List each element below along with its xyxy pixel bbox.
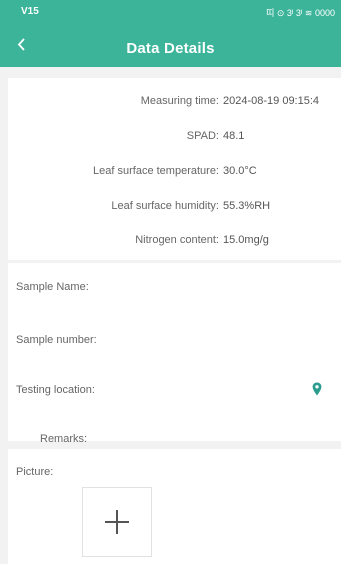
sample-number-field[interactable]: Sample number: xyxy=(16,334,97,346)
spad-label: SPAD: xyxy=(186,130,219,142)
leaf-humidity-value: 55.3%RH xyxy=(223,200,271,212)
measurement-card: Measuring time: 2024-08-19 09:15:4 SPAD:… xyxy=(8,78,341,260)
nitrogen-label: Nitrogen content: xyxy=(135,234,219,246)
testing-location-field[interactable]: Testing location: xyxy=(16,384,95,396)
sample-number-label: Sample number: xyxy=(16,334,97,346)
status-icons: 띠 ⊙ 3ᴵ 3ᴵ ≋ 0000 xyxy=(266,8,335,18)
status-time: V15 xyxy=(21,6,39,17)
picture-label: Picture: xyxy=(16,466,54,478)
measuring-time-label: Measuring time: xyxy=(140,95,219,107)
remarks-field[interactable]: Remarks: xyxy=(40,433,87,445)
location-pin-icon[interactable] xyxy=(312,382,322,396)
picture-card: Picture: xyxy=(8,449,341,564)
spad-value: 48.1 xyxy=(223,130,245,142)
leaf-temperature-value: 30.0°C xyxy=(223,165,257,177)
app-header: V15 띠 ⊙ 3ᴵ 3ᴵ ≋ 0000 Data Details xyxy=(0,0,341,67)
sample-form-card: Sample Name: Sample number: Testing loca… xyxy=(8,263,341,445)
leaf-humidity-label: Leaf surface humidity: xyxy=(111,200,219,212)
sample-name-label: Sample Name: xyxy=(16,281,89,293)
remarks-label: Remarks: xyxy=(40,433,88,445)
sample-name-field[interactable]: Sample Name: xyxy=(16,281,89,293)
testing-location-label: Testing location: xyxy=(16,384,95,396)
measuring-time-value: 2024-08-19 09:15:4 xyxy=(223,95,320,107)
page-title: Data Details xyxy=(126,40,215,57)
add-picture-button[interactable] xyxy=(82,487,152,557)
nitrogen-value: 15.0mg/g xyxy=(223,234,269,246)
leaf-temperature-label: Leaf surface temperature: xyxy=(93,165,219,177)
